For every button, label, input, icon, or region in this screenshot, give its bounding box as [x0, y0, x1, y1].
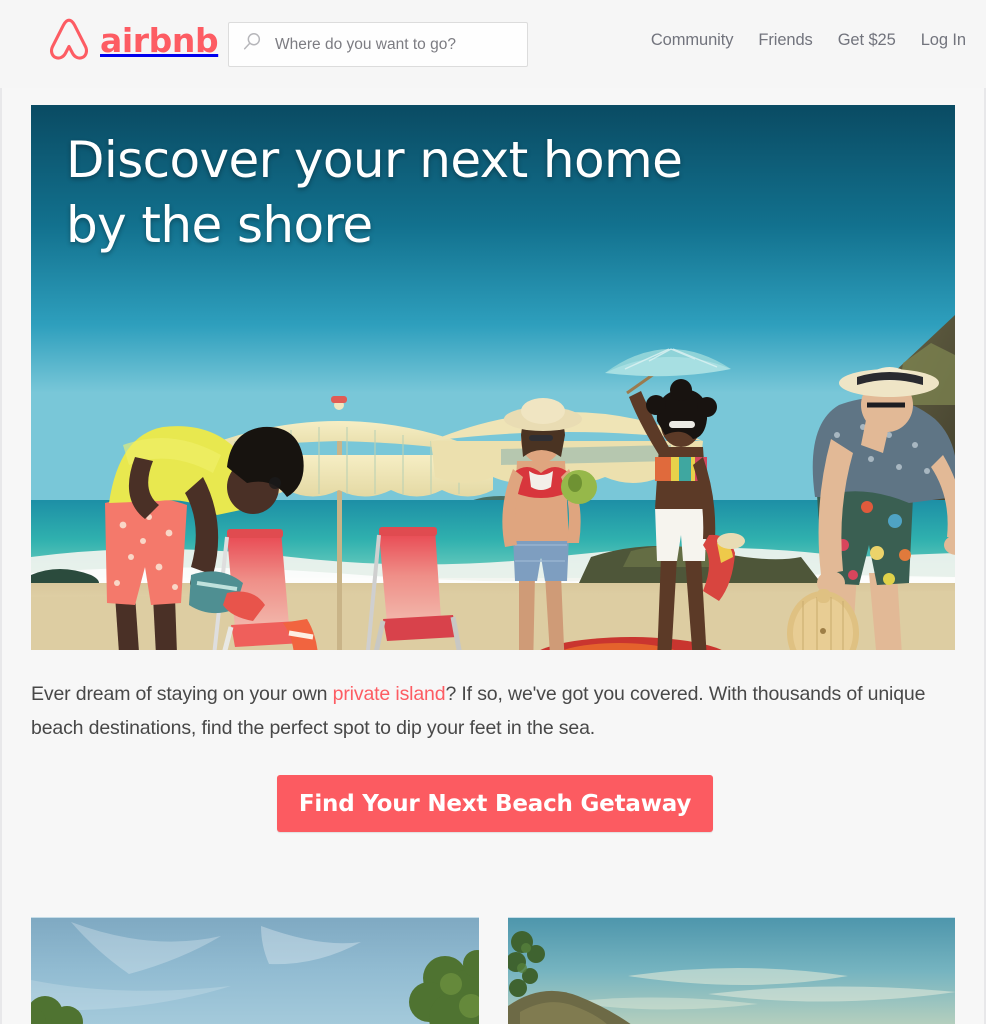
- destination-card[interactable]: [31, 917, 479, 1024]
- destination-card[interactable]: [507, 917, 955, 1024]
- nav-link-community[interactable]: Community: [651, 31, 734, 50]
- primary-nav: Community Friends Get $25 Log In: [651, 31, 966, 50]
- search-box[interactable]: [228, 22, 528, 67]
- airbnb-belo-icon: [47, 16, 91, 63]
- nav-link-friends[interactable]: Friends: [758, 31, 812, 50]
- nav-link-get-25[interactable]: Get $25: [838, 31, 896, 50]
- site-header: airbnb Community Friends Get $25 Log In: [0, 0, 986, 88]
- intro-text-before: Ever dream of staying on your own: [31, 683, 333, 705]
- find-beach-getaway-button[interactable]: Find Your Next Beach Getaway: [277, 775, 713, 832]
- hero-title: Discover your next home by the shore: [66, 131, 683, 254]
- destination-card-image: [507, 918, 955, 1024]
- hero-banner[interactable]: Discover your next home by the shore: [31, 105, 955, 650]
- search-input[interactable]: [275, 35, 515, 54]
- airbnb-wordmark: airbnb: [100, 21, 219, 60]
- search-icon: [241, 31, 263, 58]
- airbnb-logo[interactable]: airbnb: [47, 16, 219, 63]
- nav-link-log-in[interactable]: Log In: [921, 31, 966, 50]
- private-island-link[interactable]: private island: [333, 683, 446, 705]
- destination-card-image: [31, 918, 479, 1024]
- destination-card-grid: [31, 917, 955, 1024]
- intro-paragraph: Ever dream of staying on your own privat…: [31, 678, 957, 745]
